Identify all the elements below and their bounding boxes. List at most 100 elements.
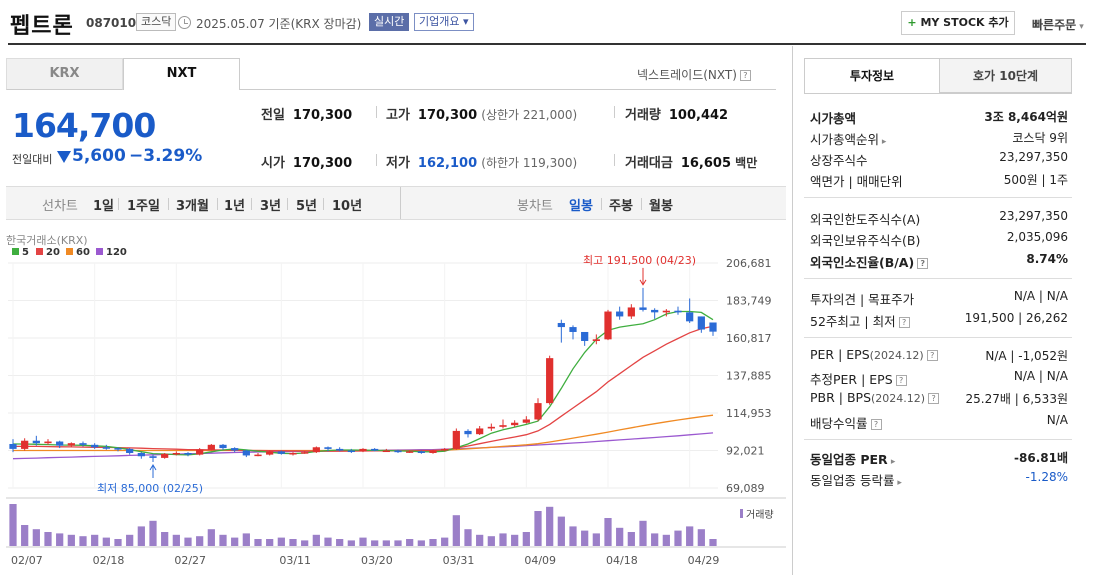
stat-high: 고가 170,300 (상한가 221,000) (386, 104, 577, 123)
candle-body (371, 448, 379, 451)
cap-rank-row: 시가총액순위 ▸ 코스닥 9위 (810, 129, 1068, 149)
row-label[interactable]: 동일업종 등락률 ▸ (810, 470, 902, 489)
volume-bar (417, 540, 425, 546)
est-per-row: 추정PER | EPS? N/A | N/A (810, 369, 1068, 389)
stock-name: 펩트론 (10, 14, 74, 39)
y-tick-label: 137,885 (726, 370, 772, 383)
row-value: 2,035,096 (1006, 230, 1068, 244)
candle-body (697, 316, 705, 330)
divider (251, 198, 252, 210)
help-icon[interactable]: ? (895, 375, 907, 386)
x-tick-label: 04/09 (524, 554, 556, 567)
divider (601, 198, 602, 210)
nextrade-link[interactable]: 넥스트레이드(NXT)? (637, 66, 751, 83)
volume-bar (231, 537, 239, 546)
stat-label: 시가 (261, 156, 285, 171)
candle-body (184, 452, 192, 455)
help-icon[interactable]: ? (739, 70, 751, 81)
row-label: 배당수익률? (810, 413, 882, 432)
candle-body (627, 307, 635, 317)
controls-divider (400, 187, 401, 219)
candle-body (511, 422, 519, 426)
current-price: 164,700 (12, 106, 156, 145)
stat-label: 거래량 (625, 108, 661, 123)
volume-bar (266, 539, 274, 546)
stat-value: 16,605 (680, 156, 732, 171)
x-tick-label: 03/11 (279, 554, 311, 567)
volume-bar (56, 533, 64, 546)
candle-chart-button[interactable]: 봉차트 (517, 195, 553, 214)
volume-bar (44, 532, 52, 546)
clock-icon (178, 16, 191, 29)
stat-value: 170,300 (292, 156, 353, 171)
volume-bar (371, 540, 379, 546)
candle-body (674, 310, 682, 313)
my-stock-add-button[interactable]: + MY STOCK 추가 (901, 11, 1015, 35)
monthly-button[interactable]: 월봉 (649, 195, 673, 214)
volume-bar (359, 537, 367, 546)
candle-body (639, 307, 647, 310)
help-icon[interactable]: ? (926, 350, 938, 361)
quick-order-button[interactable]: 빠른주문 ▾ (1032, 16, 1084, 33)
row-label[interactable]: 동일업종 PER ▸ (810, 449, 895, 468)
candle-body (406, 451, 414, 453)
help-icon[interactable]: ? (898, 317, 910, 328)
tab-nxt[interactable]: NXT (123, 58, 240, 90)
candle-body (126, 448, 134, 453)
divider (217, 198, 218, 210)
y-tick-label: 183,749 (726, 295, 772, 308)
stat-low: 저가 162,100 (하한가 119,300) (386, 152, 577, 171)
help-icon[interactable]: ? (870, 419, 882, 430)
row-value: N/A | -1,052원 (985, 349, 1068, 363)
candle-body (476, 428, 484, 435)
candle-body (487, 426, 495, 429)
volume-bar (9, 504, 17, 546)
volume-bar (697, 529, 705, 546)
volume-bar (336, 539, 344, 546)
help-icon[interactable]: ? (917, 258, 929, 269)
candle-body (324, 447, 332, 449)
divider (118, 198, 119, 210)
candle-body (604, 311, 612, 340)
divider (804, 439, 1072, 440)
52w-row: 52주최고 | 최저? 191,500 | 26,262 (810, 311, 1068, 331)
company-overview-dropdown[interactable]: 기업개요 ▾ (414, 13, 474, 31)
pbr-period: (2024.12) (871, 392, 926, 405)
volume-bar (464, 529, 472, 546)
period-10y[interactable]: 10년 (332, 195, 362, 214)
lower-limit: (하한가 119,300) (481, 156, 578, 170)
volume-bar (557, 516, 565, 546)
dividend-label: 배당수익률 (810, 416, 868, 431)
row-value: 23,297,350 (999, 209, 1068, 223)
period-1y[interactable]: 1년 (224, 195, 245, 214)
period-1w[interactable]: 1주일 (127, 195, 160, 214)
stock-chart[interactable]: 한국거래소(KRX)5 20 60 120 206,681 183,749 160,817 1… (0, 228, 790, 575)
quote-date: 2025.05.07 기준(KRX 장마감) (196, 17, 362, 31)
line-chart-button[interactable]: 선차트 (42, 195, 78, 214)
volume-bar (627, 532, 635, 546)
candle-body (172, 452, 180, 455)
x-tick-label: 04/29 (688, 554, 720, 567)
stock-code: 087010 (86, 16, 137, 30)
period-3m[interactable]: 3개월 (176, 195, 209, 214)
tab-invest-info[interactable]: 투자정보 (805, 59, 939, 93)
panel-divider (792, 46, 793, 575)
volume-bar (441, 537, 449, 546)
tab-order-book[interactable]: 호가 10단계 (939, 59, 1071, 93)
volume-bar (546, 506, 554, 546)
divider (376, 106, 377, 118)
candle-body (464, 430, 472, 435)
tab-krx[interactable]: KRX (6, 58, 123, 90)
daily-button[interactable]: 일봉 (569, 195, 593, 214)
stat-unit: 백만 (735, 156, 758, 170)
period-5y[interactable]: 5년 (296, 195, 317, 214)
help-icon[interactable]: ? (928, 393, 940, 404)
row-label[interactable]: 시가총액순위 ▸ (810, 129, 886, 148)
realtime-button[interactable]: 실시간 (369, 13, 410, 31)
low-annotation: 최저 85,000 (02/25) (97, 482, 203, 495)
period-1d[interactable]: 1일 (93, 195, 114, 214)
legend-label-120: 120 (106, 247, 127, 258)
period-3y[interactable]: 3년 (260, 195, 281, 214)
candle-body (662, 310, 670, 313)
weekly-button[interactable]: 주봉 (609, 195, 633, 214)
